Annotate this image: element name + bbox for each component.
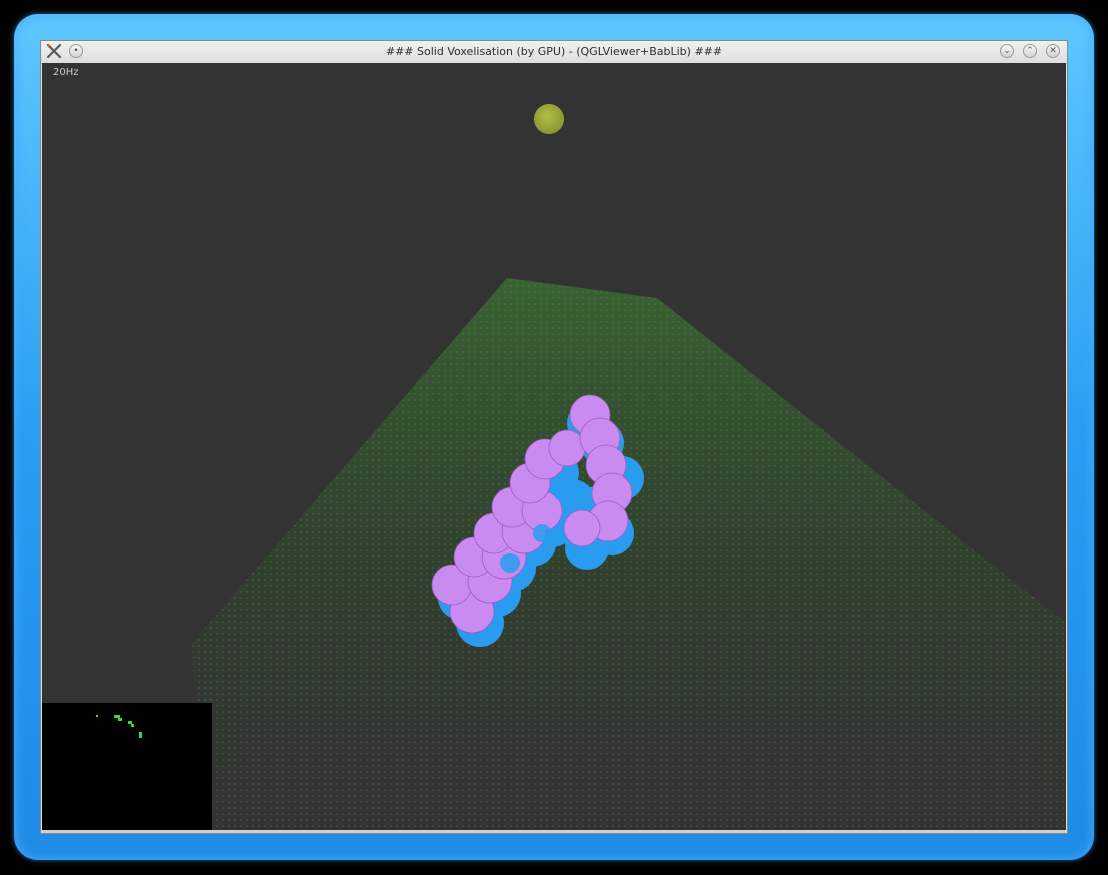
light-source-marker xyxy=(534,104,564,134)
fps-counter: 20Hz xyxy=(53,67,79,78)
minimap-view xyxy=(42,703,212,831)
app-window: • ### Solid Voxelisation (by GPU) - (QGL… xyxy=(40,40,1068,834)
gl-viewport[interactable]: 20Hz xyxy=(42,63,1066,831)
close-icon[interactable]: ✕ xyxy=(1046,44,1060,58)
window-title: ### Solid Voxelisation (by GPU) - (QGLVi… xyxy=(385,45,723,58)
title-bar[interactable]: • ### Solid Voxelisation (by GPU) - (QGL… xyxy=(41,41,1067,64)
voxel-floor-grid xyxy=(192,278,1066,831)
minimap-points xyxy=(96,715,142,738)
chevron-down-icon[interactable]: ⌄ xyxy=(1000,44,1014,58)
chevron-up-icon[interactable]: ⌃ xyxy=(1023,44,1037,58)
window-bottom-border xyxy=(42,830,1066,833)
